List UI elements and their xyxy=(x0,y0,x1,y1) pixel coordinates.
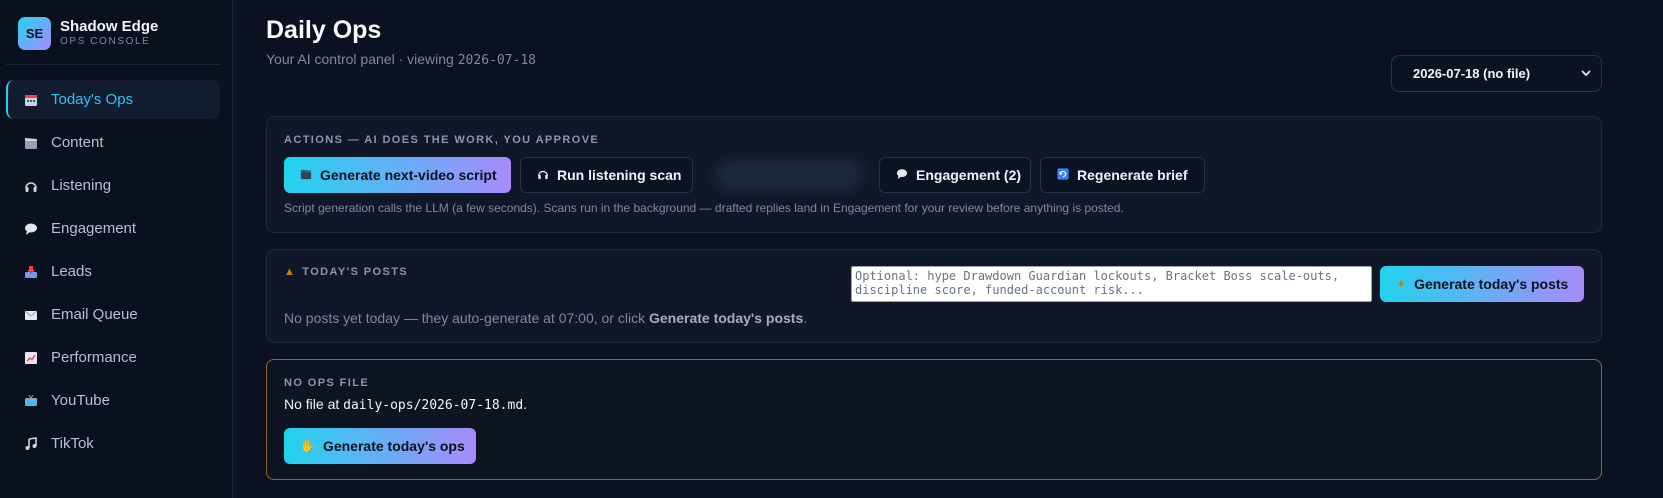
sidebar-item-label: YouTube xyxy=(51,392,110,409)
headphones-icon xyxy=(537,168,549,183)
refresh-icon xyxy=(1057,167,1069,183)
brand[interactable]: SE Shadow Edge OPS CONSOLE xyxy=(18,16,158,50)
ops-file-path: daily-ops/2026-07-18.md xyxy=(343,398,524,413)
envelope-icon xyxy=(23,307,39,323)
actions-card: ACTIONS — AI DOES THE WORK, YOU APPROVE … xyxy=(266,116,1602,233)
run-listening-scan-label: Run listening scan xyxy=(557,167,682,183)
date-select[interactable]: 2026-07-18 (no file) xyxy=(1391,55,1602,92)
megaphone-icon: ▲ xyxy=(284,266,297,278)
todays-posts-card: ▲TODAY'S POSTS ✦ Generate today's posts … xyxy=(266,249,1602,343)
sidebar-item-label: Today's Ops xyxy=(51,91,134,108)
generate-todays-ops-button[interactable]: ✋ Generate today's ops xyxy=(284,428,476,464)
main-content: Daily Ops Your AI control panel · viewin… xyxy=(266,0,1602,498)
generate-todays-ops-label: Generate today's ops xyxy=(322,438,465,454)
sidebar-item-label: Content xyxy=(51,134,104,151)
sidebar-item-label: Listening xyxy=(51,177,112,194)
subtitle-date: 2026-07-18 xyxy=(457,53,536,68)
sidebar-item-tiktok[interactable]: TikTok xyxy=(6,424,220,463)
sidebar-item-engagement[interactable]: Engagement xyxy=(6,209,220,248)
sidebar-divider xyxy=(6,64,220,65)
sidebar-nav: Today's Ops Content Listening Engagement… xyxy=(6,80,220,467)
sidebar-item-label: TikTok xyxy=(51,435,94,452)
actions-label: ACTIONS — AI DOES THE WORK, YOU APPROVE xyxy=(284,134,600,146)
chevron-down-icon xyxy=(1581,70,1591,77)
clapperboard-icon xyxy=(23,135,39,151)
generate-script-button[interactable]: Generate next-video script xyxy=(284,157,511,193)
tv-icon xyxy=(23,393,39,409)
sidebar-item-youtube[interactable]: YouTube xyxy=(6,381,220,420)
subtitle-prefix: Your AI control panel · viewing xyxy=(266,51,458,67)
page-title: Daily Ops xyxy=(266,16,382,44)
sidebar-item-label: Leads xyxy=(51,263,92,280)
music-note-icon xyxy=(23,436,39,452)
raised-hand-icon: ✋ xyxy=(300,439,315,453)
inbox-tray-icon xyxy=(23,264,39,280)
sidebar-item-email-queue[interactable]: Email Queue xyxy=(6,295,220,334)
sidebar-item-label: Engagement xyxy=(51,220,137,237)
generate-posts-link[interactable]: Generate today's posts xyxy=(649,310,803,326)
generate-todays-posts-label: Generate today's posts xyxy=(1414,276,1569,292)
trend-chart-icon xyxy=(23,350,39,366)
sidebar-item-content[interactable]: Content xyxy=(6,123,220,162)
calendar-icon xyxy=(23,92,39,108)
no-ops-label: NO OPS FILE xyxy=(284,377,370,389)
headphones-icon xyxy=(23,178,39,194)
todays-posts-label: ▲ TODAY'S POSTS xyxy=(284,266,409,278)
speech-bubble-icon xyxy=(896,168,908,183)
posts-prompt-input[interactable] xyxy=(851,266,1372,302)
sidebar: SE Shadow Edge OPS CONSOLE Today's Ops C… xyxy=(0,0,233,498)
sidebar-item-performance[interactable]: Performance xyxy=(6,338,220,377)
posts-empty-message: No posts yet today — they auto-generate … xyxy=(284,310,808,326)
regenerate-brief-button[interactable]: Regenerate brief xyxy=(1040,157,1205,193)
brand-logo: SE xyxy=(18,16,51,50)
page-subtitle: Your AI control panel · viewing 2026-07-… xyxy=(266,51,536,68)
no-ops-message: No file at daily-ops/2026-07-18.md. xyxy=(284,396,528,413)
redacted-button[interactable] xyxy=(714,159,864,191)
sidebar-item-leads[interactable]: Leads xyxy=(6,252,220,291)
brand-subtitle: OPS CONSOLE xyxy=(60,36,151,47)
speech-bubble-icon xyxy=(23,221,39,237)
run-listening-scan-button[interactable]: Run listening scan xyxy=(520,157,693,193)
actions-hint: Script generation calls the LLM (a few s… xyxy=(284,201,1124,215)
clapperboard-icon xyxy=(300,168,312,183)
sidebar-item-todays-ops[interactable]: Today's Ops xyxy=(6,80,220,119)
generate-script-label: Generate next-video script xyxy=(320,167,497,183)
engagement-button[interactable]: Engagement (2) xyxy=(879,157,1031,193)
generate-todays-posts-button[interactable]: ✦ Generate today's posts xyxy=(1380,266,1584,302)
sidebar-item-label: Performance xyxy=(51,349,137,366)
engagement-label: Engagement (2) xyxy=(916,167,1022,183)
brand-name: Shadow Edge xyxy=(60,18,159,35)
sparkles-icon: ✦ xyxy=(1396,277,1407,291)
sidebar-item-listening[interactable]: Listening xyxy=(6,166,220,205)
date-select-value: 2026-07-18 (no file) xyxy=(1413,66,1531,81)
sidebar-item-label: Email Queue xyxy=(51,306,138,323)
regenerate-brief-label: Regenerate brief xyxy=(1077,167,1188,183)
no-ops-file-card: NO OPS FILE No file at daily-ops/2026-07… xyxy=(266,359,1602,480)
